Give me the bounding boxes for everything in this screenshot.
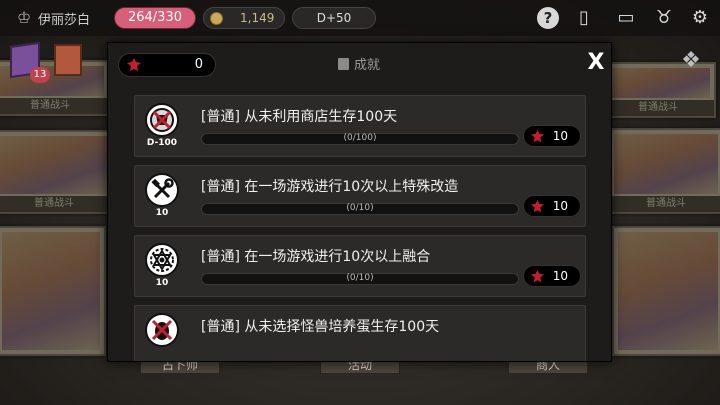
achievement-panel: 0 成就 X D-100 [普通] 从未利用商店生存100天 (0/100) 1… — [107, 42, 612, 362]
panel-header: 0 成就 X — [108, 43, 611, 83]
achievement-title: [普通] 从未利用商店生存100天 — [201, 109, 398, 125]
achievement-reward: 10 — [523, 125, 581, 147]
panel-title-text: 成就 — [354, 58, 381, 73]
progress-text: (0/100) — [343, 133, 377, 143]
top-bar: ♔ 伊丽莎白 264/330 1,149 D+50 ? ▯ ▭ ♉ ⚙ — [0, 0, 720, 36]
panel-title: 成就 — [338, 54, 380, 73]
achievement-row[interactable]: 10 [普通] 在一场游戏进行10次以上特殊改造 (0/10) 10 — [134, 165, 586, 227]
fusion-circle-icon — [145, 243, 179, 277]
gear-icon[interactable]: ⚙ — [688, 6, 712, 30]
hp-display: 264/330 — [114, 7, 196, 29]
reward-value: 10 — [552, 199, 568, 213]
achievement-sub-label: 10 — [155, 208, 169, 218]
close-button[interactable]: X — [582, 49, 610, 77]
dice-count-badge: 13 — [30, 67, 50, 83]
achievement-row[interactable]: D-100 [普通] 从未利用商店生存100天 (0/100) 10 — [134, 95, 586, 157]
day-counter: D+50 — [292, 7, 376, 29]
points-value: 0 — [194, 57, 203, 72]
achievement-row[interactable]: [普通] 从未选择怪兽培养蛋生存100天 — [134, 305, 586, 361]
red-gem-icon — [127, 58, 141, 71]
cards-icon[interactable]: ▯ — [572, 6, 596, 30]
hammer-wrench-icon — [145, 173, 179, 207]
beast-icon[interactable]: ♉ — [652, 6, 676, 30]
crown-icon: ♔ — [16, 8, 32, 27]
player-name: 伊丽莎白 — [38, 13, 91, 28]
achievement-title: [普通] 从未选择怪兽培养蛋生存100天 — [201, 319, 440, 335]
achievement-list[interactable]: D-100 [普通] 从未利用商店生存100天 (0/100) 10 10 [普… — [134, 95, 586, 361]
achievement-reward: 10 — [523, 265, 581, 287]
wing-icon[interactable]: ❖ — [676, 46, 706, 76]
achievement-progress-bar: (0/100) — [201, 133, 519, 145]
gold-display: 1,149 — [203, 7, 285, 29]
book-icon[interactable] — [54, 44, 82, 76]
achievement-row[interactable]: 10 [普通] 在一场游戏进行10次以上融合 (0/10) 10 — [134, 235, 586, 297]
achievement-sub-label: D-100 — [146, 138, 178, 148]
achievement-sub-label: 10 — [155, 278, 169, 288]
progress-text: (0/10) — [346, 273, 374, 283]
progress-text: (0/10) — [346, 203, 374, 213]
red-gem-icon — [531, 130, 544, 143]
gold-value: 1,149 — [240, 11, 275, 25]
red-gem-icon — [531, 200, 544, 213]
reward-value: 10 — [552, 269, 568, 283]
egg-prohibited-icon — [145, 313, 179, 347]
achievement-points: 0 — [118, 53, 216, 77]
scroll-icon[interactable]: ▭ — [614, 6, 638, 30]
achievement-progress-bar: (0/10) — [201, 203, 519, 215]
coin-icon — [210, 12, 223, 25]
reward-value: 10 — [552, 129, 568, 143]
achievement-reward: 10 — [523, 195, 581, 217]
achievement-title: [普通] 在一场游戏进行10次以上融合 — [201, 249, 431, 265]
shop-prohibited-icon — [145, 103, 179, 137]
book-icon — [338, 58, 349, 70]
achievement-title: [普通] 在一场游戏进行10次以上特殊改造 — [201, 179, 459, 195]
red-gem-icon — [531, 270, 544, 283]
achievement-progress-bar: (0/10) — [201, 273, 519, 285]
help-icon[interactable]: ? — [537, 7, 559, 29]
